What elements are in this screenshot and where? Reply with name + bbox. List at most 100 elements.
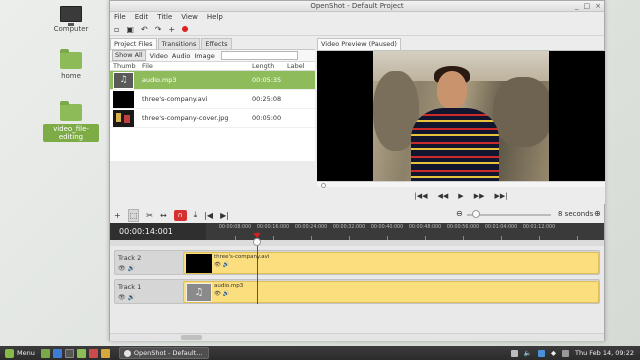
scrollbar-thumb[interactable] xyxy=(181,335,202,340)
rewind-icon[interactable]: ◀◀ xyxy=(438,192,449,200)
jump-end-icon[interactable]: ▶▶| xyxy=(494,192,507,200)
terminal-icon[interactable] xyxy=(64,348,74,358)
jump-start-icon[interactable]: |◀◀ xyxy=(414,192,427,200)
record-icon[interactable] xyxy=(182,26,189,32)
menu-title[interactable]: Title xyxy=(157,12,172,23)
timeline-ruler[interactable]: 00:00:08:000 00:00:16:000 00:00:24:000 0… xyxy=(206,223,604,240)
zoom-in-icon[interactable]: ⊕ xyxy=(594,209,601,218)
play-icon[interactable]: ▶ xyxy=(458,192,463,200)
resize-tool-icon[interactable]: ↔ xyxy=(160,211,167,220)
add-file-icon[interactable]: + xyxy=(168,25,175,34)
taskbar: Menu OpenShot - Default... 🔈 ◆ Thu Feb 1… xyxy=(0,346,640,360)
media-icon[interactable] xyxy=(88,348,98,358)
timeline-clip[interactable]: three's-company.avi 👁 🔊 xyxy=(183,252,599,274)
clip-visibility-icon[interactable]: 👁 🔊 xyxy=(214,291,230,297)
desktop-icon-video-file-editing[interactable]: video_file-editing xyxy=(43,101,99,142)
add-track-icon[interactable]: + xyxy=(114,211,121,220)
zoom-out-icon[interactable]: ⊖ xyxy=(456,209,463,218)
playhead-handle[interactable] xyxy=(253,238,261,246)
select-tool-icon[interactable]: ⬚ xyxy=(127,208,140,222)
start-menu-button[interactable]: Menu xyxy=(0,348,41,358)
ruler-tick: 00:00:40:000 xyxy=(370,225,404,230)
track-1: Track 1 👁 🔊 ♫ audio.mp3 👁 🔊 xyxy=(114,279,600,304)
preview-scrubber[interactable] xyxy=(317,181,605,188)
ruler-tick: 00:00:32:000 xyxy=(332,225,366,230)
transport-controls: |◀◀ ◀◀ ▶ ▶▶ ▶▶| xyxy=(317,187,605,204)
add-marker-icon[interactable]: ⤓ xyxy=(194,210,198,220)
show-desktop-icon[interactable] xyxy=(40,348,50,358)
track-2: Track 2 👁 🔊 three's-company.avi 👁 🔊 xyxy=(114,250,600,275)
track-visibility-icon[interactable]: 👁 🔊 xyxy=(118,294,135,301)
filter-audio[interactable]: Audio xyxy=(172,52,190,60)
razor-tool-icon[interactable]: ✂ xyxy=(146,211,153,220)
file-row[interactable]: ♫ audio.mp3 00:05:35 xyxy=(110,71,315,90)
filter-video[interactable]: Video xyxy=(150,52,168,60)
ruler-tick: 00:00:16:000 xyxy=(256,225,290,230)
tab-video-preview[interactable]: Video Preview (Paused) xyxy=(317,38,401,50)
video-frame xyxy=(373,51,549,182)
clock[interactable]: Thu Feb 14, 09:22 xyxy=(575,349,634,357)
ruler-tick: 00:00:56:000 xyxy=(446,225,480,230)
video-thumb xyxy=(113,90,134,108)
menu-edit[interactable]: Edit xyxy=(135,12,149,23)
zoom-label: 8 seconds xyxy=(558,210,594,218)
app-icon[interactable] xyxy=(100,348,110,358)
ruler-tick: 00:01:04:000 xyxy=(484,225,518,230)
redo-icon[interactable]: ↷ xyxy=(155,25,162,34)
desktop-icon-computer[interactable]: Computer xyxy=(43,6,99,33)
start-menu-label: Menu xyxy=(17,349,35,357)
snapping-magnet-icon[interactable]: ∩ xyxy=(173,209,187,221)
tab-effects[interactable]: Effects xyxy=(201,38,232,49)
next-marker-icon[interactable]: ▶| xyxy=(220,211,229,220)
file-name: three's-company-cover.jpg xyxy=(142,114,229,122)
tab-transitions[interactable]: Transitions xyxy=(157,38,201,49)
network-icon[interactable] xyxy=(538,349,545,357)
audio-icon: ♫ xyxy=(186,283,212,302)
col-length[interactable]: Length xyxy=(252,62,284,70)
filter-input[interactable] xyxy=(220,51,298,60)
file-name: audio.mp3 xyxy=(142,76,177,84)
browser-icon[interactable] xyxy=(52,348,62,358)
minimize-icon[interactable]: _ xyxy=(575,2,579,11)
timeline-clip[interactable]: ♫ audio.mp3 👁 🔊 xyxy=(183,281,599,303)
zoom-slider-handle[interactable] xyxy=(472,210,480,218)
maximize-icon[interactable]: □ xyxy=(584,2,591,11)
battery-icon[interactable] xyxy=(562,349,569,357)
file-name: three's-company.avi xyxy=(142,95,208,103)
files-icon[interactable] xyxy=(76,348,86,358)
filter-image[interactable]: Image xyxy=(194,52,214,60)
close-icon[interactable]: × xyxy=(595,2,601,11)
col-thumb[interactable]: Thumb xyxy=(110,62,139,70)
taskbar-window-openshot[interactable]: OpenShot - Default... xyxy=(118,347,210,359)
video-preview[interactable] xyxy=(317,50,605,182)
desktop-icon-home[interactable]: home xyxy=(43,49,99,80)
image-thumb xyxy=(113,109,134,127)
menu-file[interactable]: File xyxy=(114,12,126,23)
save-icon[interactable]: ▣ xyxy=(126,25,134,34)
ruler-tick: 00:00:48:000 xyxy=(408,225,442,230)
track-visibility-icon[interactable]: 👁 🔊 xyxy=(118,265,135,272)
tab-project-files[interactable]: Project Files xyxy=(110,38,157,49)
col-label[interactable]: Label xyxy=(284,62,314,70)
file-row[interactable]: three's-company-cover.jpg 00:05:00 xyxy=(110,109,315,128)
menu-view[interactable]: View xyxy=(181,12,198,23)
audio-icon: ♫ xyxy=(113,71,134,89)
menu-help[interactable]: Help xyxy=(207,12,223,23)
clip-visibility-icon[interactable]: 👁 🔊 xyxy=(214,262,230,268)
video-preview-panel: Video Preview (Paused) |◀◀ ◀◀ ▶ ▶▶ ▶▶| xyxy=(317,38,605,204)
shield-icon[interactable]: ◆ xyxy=(551,349,556,357)
tray-app-icon[interactable] xyxy=(510,349,518,357)
project-files-panel: Project Files Transitions Effects Show A… xyxy=(110,38,315,203)
timeline-horizontal-scrollbar[interactable] xyxy=(110,333,604,341)
fast-forward-icon[interactable]: ▶▶ xyxy=(474,192,485,200)
openshot-icon xyxy=(123,349,131,357)
col-file[interactable]: File xyxy=(139,62,252,70)
window-titlebar[interactable]: OpenShot - Default Project _ □ × xyxy=(110,1,604,12)
volume-icon[interactable]: 🔈 xyxy=(524,349,532,357)
previous-marker-icon[interactable]: |◀ xyxy=(204,211,213,220)
undo-icon[interactable]: ↶ xyxy=(141,25,148,34)
openshot-window: OpenShot - Default Project _ □ × File Ed… xyxy=(109,0,605,341)
new-project-icon[interactable]: ▫ xyxy=(114,25,119,34)
file-row[interactable]: three's-company.avi 00:25:08 xyxy=(110,90,315,109)
filter-show-all[interactable]: Show All xyxy=(112,50,146,61)
